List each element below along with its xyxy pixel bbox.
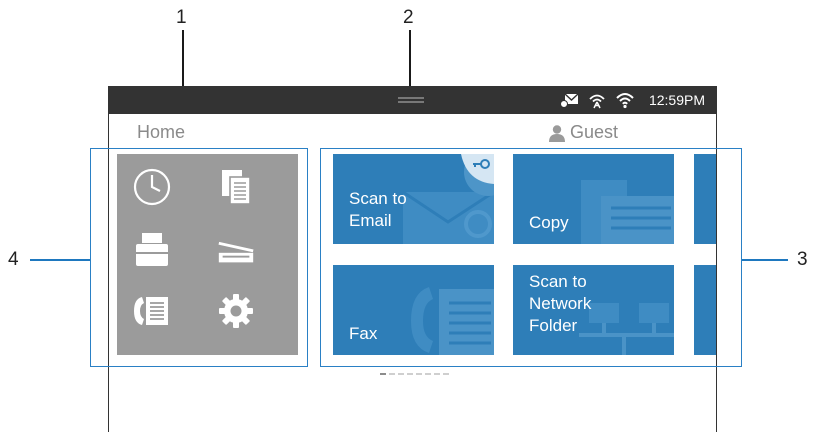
page-dot[interactable] — [425, 373, 431, 375]
page-dot[interactable] — [443, 373, 449, 375]
user-label: Guest — [570, 122, 619, 142]
page-dot[interactable] — [416, 373, 422, 375]
tile-next-page-partial-2[interactable] — [694, 265, 716, 355]
wifi-icon[interactable] — [615, 91, 635, 109]
callout-leader-3 — [742, 259, 788, 261]
copy-settings-icon[interactable] — [215, 166, 257, 208]
page-indicator[interactable] — [380, 373, 449, 375]
page-dot[interactable] — [407, 373, 413, 375]
tile-scan-to-network-folder[interactable]: Scan to Network Folder — [513, 265, 674, 355]
callout-number-4: 4 — [8, 249, 19, 270]
tile-next-page-partial-1[interactable] — [694, 154, 716, 244]
apps-panel — [117, 154, 298, 355]
page-dot[interactable] — [380, 373, 386, 375]
copy-documents-icon — [581, 180, 674, 244]
tile-fax[interactable]: Fax — [333, 265, 494, 355]
person-icon — [549, 124, 565, 142]
key-icon — [461, 154, 494, 184]
callout-number-3: 3 — [797, 249, 808, 270]
job-status-icon[interactable] — [131, 166, 173, 208]
status-bar[interactable]: 12:59PM — [108, 86, 717, 114]
tile-scan-to-email[interactable]: Scan to Email — [333, 154, 494, 244]
page-dot[interactable] — [434, 373, 440, 375]
home-title: Home — [137, 122, 186, 142]
tile-label-copy: Copy — [529, 213, 569, 232]
status-clock: 12:59PM — [648, 92, 705, 108]
status-icon-group: 12:59PM — [559, 90, 705, 110]
callout-number-1: 1 — [176, 7, 187, 28]
tile-label-scan-to-network-folder: Scan to Network Folder — [529, 272, 592, 335]
page-dot[interactable] — [398, 373, 404, 375]
tile-label-scan-to-email: Scan to Email — [349, 189, 407, 230]
fax-address-book-icon[interactable] — [131, 290, 173, 332]
tile-copy[interactable]: Copy — [513, 154, 674, 244]
settings-gear-icon[interactable] — [215, 290, 257, 332]
callout-leader-4 — [30, 259, 90, 261]
printer-icon[interactable] — [131, 228, 173, 270]
tile-label-fax: Fax — [349, 324, 378, 343]
user-login-button[interactable]: Guest — [548, 122, 618, 143]
pull-down-handle-icon[interactable] — [398, 96, 424, 104]
fax-phone-icon — [411, 287, 494, 355]
callout-number-2: 2 — [403, 7, 414, 28]
scanner-icon[interactable] — [215, 228, 257, 270]
page-dot[interactable] — [389, 373, 395, 375]
job-status-icon[interactable] — [559, 91, 579, 109]
wireless-direct-icon[interactable] — [587, 91, 607, 109]
